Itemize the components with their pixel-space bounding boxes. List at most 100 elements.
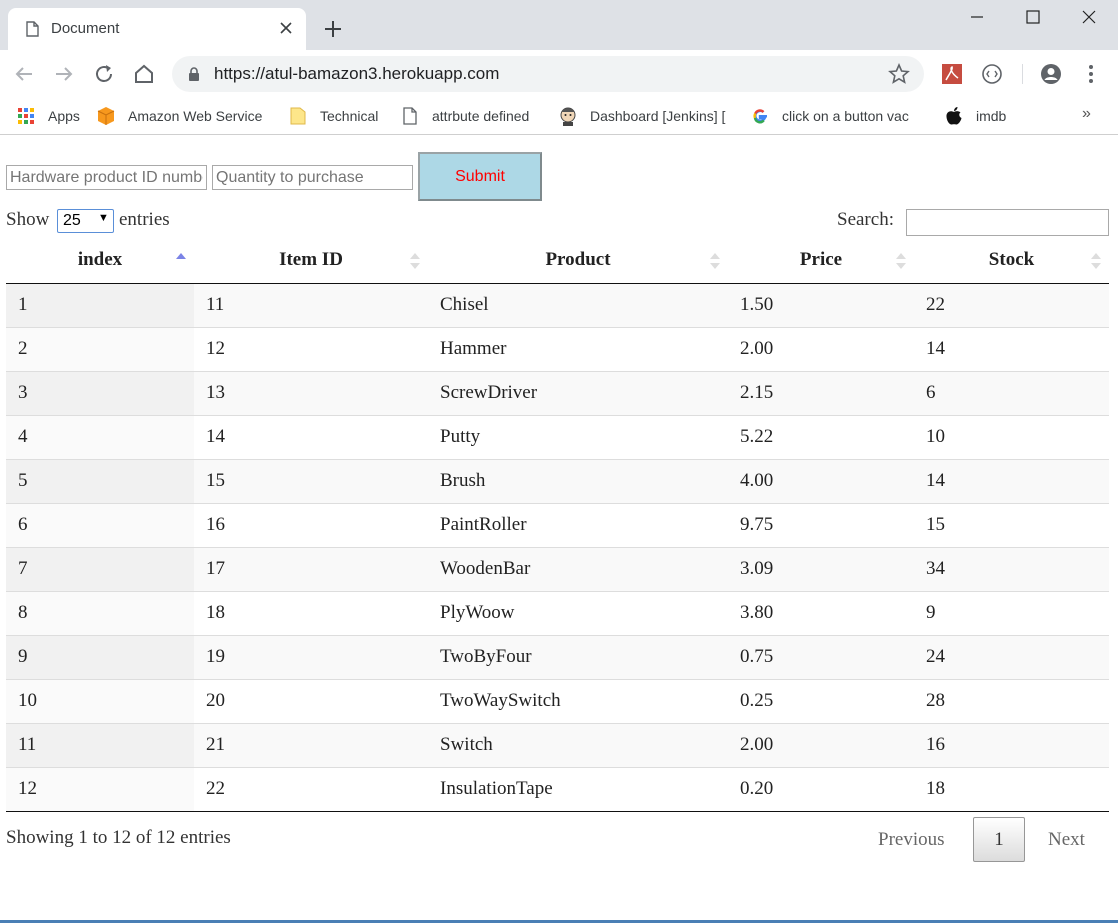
cell-product: Hammer xyxy=(428,326,728,371)
cell-item-id: 12 xyxy=(194,326,428,371)
column-header-product[interactable]: Product xyxy=(428,238,728,284)
cell-index: 7 xyxy=(6,546,194,591)
submit-button[interactable]: Submit xyxy=(418,152,542,201)
page-icon xyxy=(400,106,420,126)
cell-product: ScrewDriver xyxy=(428,370,728,415)
cell-index: 12 xyxy=(6,766,194,812)
profile-avatar-icon[interactable] xyxy=(1040,63,1062,85)
menu-dots-icon[interactable] xyxy=(1080,63,1102,85)
home-icon[interactable] xyxy=(132,62,156,86)
lock-icon xyxy=(189,67,199,81)
cell-stock: 34 xyxy=(914,546,1109,591)
cell-index: 6 xyxy=(6,502,194,547)
table-row: 10 20 TwoWaySwitch 0.25 28 xyxy=(6,678,1109,723)
close-window-icon[interactable] xyxy=(1078,6,1100,28)
quantity-input[interactable] xyxy=(212,165,413,190)
cell-stock: 28 xyxy=(914,678,1109,723)
maximize-icon[interactable] xyxy=(1022,6,1044,28)
column-header-index[interactable]: index xyxy=(6,238,194,284)
bookmark-label: Apps xyxy=(48,108,80,124)
close-tab-icon[interactable] xyxy=(278,20,294,36)
cell-stock: 22 xyxy=(914,283,1109,327)
next-page-button[interactable]: Next xyxy=(1048,829,1085,851)
pdf-extension-icon[interactable] xyxy=(941,63,963,85)
bookmark-label: Amazon Web Service xyxy=(128,108,263,124)
column-header-item-id[interactable]: Item ID xyxy=(194,238,428,284)
cell-item-id: 22 xyxy=(194,766,428,812)
cell-price: 2.15 xyxy=(728,370,914,415)
cell-item-id: 11 xyxy=(194,283,428,327)
cell-product: Brush xyxy=(428,458,728,503)
cell-stock: 16 xyxy=(914,722,1109,767)
column-header-price[interactable]: Price xyxy=(728,238,914,284)
cell-product: Chisel xyxy=(428,283,728,327)
bookmark-label: attrbute defined xyxy=(432,108,530,124)
cell-stock: 10 xyxy=(914,414,1109,459)
table-row: 2 12 Hammer 2.00 14 xyxy=(6,326,1109,371)
new-tab-icon[interactable] xyxy=(322,18,344,40)
tab-title: Document xyxy=(51,20,120,37)
back-arrow-icon[interactable] xyxy=(12,62,36,86)
cell-product: WoodenBar xyxy=(428,546,728,591)
cell-stock: 14 xyxy=(914,326,1109,371)
cell-item-id: 21 xyxy=(194,722,428,767)
bookmarks-bar: Apps Amazon Web Service Technical attrbu… xyxy=(0,97,1118,135)
cell-index: 5 xyxy=(6,458,194,503)
more-bookmarks-chevron-icon[interactable]: » xyxy=(1082,105,1091,123)
aws-cube-icon xyxy=(96,106,116,126)
apps-grid-icon xyxy=(16,106,36,126)
address-bar[interactable]: https://atul-bamazon3.herokuapp.com xyxy=(172,56,924,92)
page-1-button[interactable]: 1 xyxy=(973,817,1025,862)
cell-price: 5.22 xyxy=(728,414,914,459)
minimize-icon[interactable] xyxy=(966,6,988,28)
cell-price: 4.00 xyxy=(728,458,914,503)
jenkins-icon xyxy=(558,106,578,126)
bookmark-aws[interactable]: Amazon Web Service xyxy=(96,103,268,129)
cell-price: 3.80 xyxy=(728,590,914,635)
cell-stock: 24 xyxy=(914,634,1109,679)
cell-item-id: 20 xyxy=(194,678,428,723)
browser-tab[interactable]: Document xyxy=(8,8,306,50)
product-id-input[interactable] xyxy=(6,165,207,190)
bookmark-attrbute-defined[interactable]: attrbute defined xyxy=(400,103,540,129)
cell-product: Switch xyxy=(428,722,728,767)
extension-icon[interactable] xyxy=(981,63,1003,85)
bookmark-technical[interactable]: Technical xyxy=(288,103,384,129)
search-input[interactable] xyxy=(906,209,1109,236)
reload-icon[interactable] xyxy=(92,62,116,86)
google-icon xyxy=(750,106,770,126)
cell-product: Putty xyxy=(428,414,728,459)
cell-index: 1 xyxy=(6,283,194,327)
table-row: 4 14 Putty 5.22 10 xyxy=(6,414,1109,459)
forward-arrow-icon[interactable] xyxy=(52,62,76,86)
bookmark-imdb[interactable]: imdb xyxy=(944,103,1024,129)
cell-index: 3 xyxy=(6,370,194,415)
folder-icon xyxy=(288,106,308,126)
cell-price: 3.09 xyxy=(728,546,914,591)
bookmark-star-icon[interactable] xyxy=(888,63,910,85)
table-row: 6 16 PaintRoller 9.75 15 xyxy=(6,502,1109,547)
sort-both-icon xyxy=(410,253,420,269)
table-row: 11 21 Switch 2.00 16 xyxy=(6,722,1109,767)
table-row: 9 19 TwoByFour 0.75 24 xyxy=(6,634,1109,679)
table-row: 1 11 Chisel 1.50 22 xyxy=(6,283,1109,327)
sort-both-icon xyxy=(896,253,906,269)
dropdown-arrow-icon: ▼ xyxy=(98,212,109,224)
document-icon xyxy=(26,21,39,37)
bookmark-google-search[interactable]: click on a button vac xyxy=(750,103,926,129)
bookmark-label: Technical xyxy=(320,108,379,124)
previous-page-button[interactable]: Previous xyxy=(878,829,945,851)
bookmark-apps[interactable]: Apps xyxy=(16,103,86,129)
page-content: Submit Show 25 ▼ entries Search: index I… xyxy=(0,136,1118,923)
cell-product: TwoWaySwitch xyxy=(428,678,728,723)
bookmark-jenkins[interactable]: Dashboard [Jenkins] [ xyxy=(558,103,730,129)
cell-item-id: 15 xyxy=(194,458,428,503)
cell-price: 0.75 xyxy=(728,634,914,679)
cell-price: 9.75 xyxy=(728,502,914,547)
column-header-stock[interactable]: Stock xyxy=(914,238,1109,284)
page-length-select[interactable]: 25 ▼ xyxy=(57,209,114,233)
cell-item-id: 13 xyxy=(194,370,428,415)
cell-stock: 9 xyxy=(914,590,1109,635)
cell-product: TwoByFour xyxy=(428,634,728,679)
apple-icon xyxy=(944,106,964,126)
